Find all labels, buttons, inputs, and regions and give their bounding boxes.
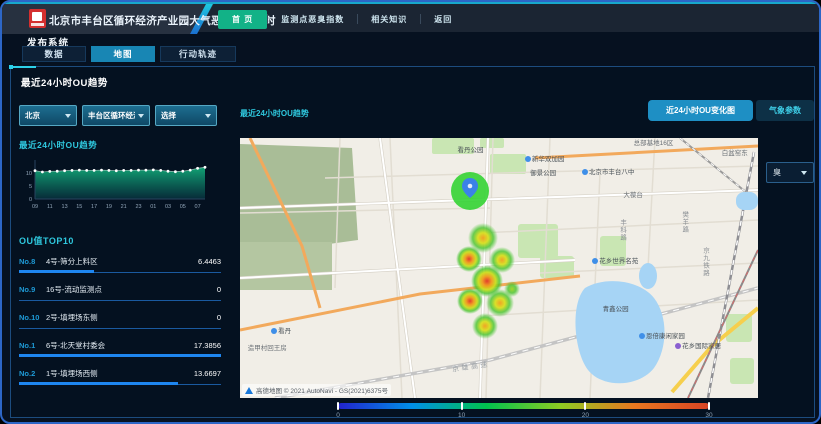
legend-ticks: 0 10 20 30 bbox=[338, 412, 709, 422]
poi-icon bbox=[639, 333, 645, 339]
map-layer-select-value: 臭 bbox=[773, 167, 781, 178]
park-select-value: 丰台区循环经济产 bbox=[88, 110, 135, 121]
poi-icon bbox=[582, 169, 588, 175]
app-logo-icon bbox=[29, 9, 46, 28]
top10-title: OU值TOP10 bbox=[19, 234, 221, 247]
nav-item-4[interactable]: 返回 bbox=[421, 10, 465, 29]
map-label: 看丹 bbox=[271, 328, 291, 336]
map-section-label: 最近24小时OU趋势 bbox=[240, 108, 309, 119]
top10-row: No.16号-北天堂村委会17.3856 bbox=[19, 340, 221, 359]
tab-3[interactable]: 行动轨迹 bbox=[160, 46, 236, 62]
svg-text:09: 09 bbox=[32, 204, 38, 210]
poi-icon bbox=[675, 343, 681, 349]
map-label: 青鑫公园 bbox=[603, 307, 629, 314]
svg-text:19: 19 bbox=[106, 204, 112, 210]
panel-title: 最近24小时OU趋势 bbox=[21, 75, 108, 89]
nav-item-1[interactable]: 首 页 bbox=[218, 10, 267, 29]
legend-tick-label: 10 bbox=[458, 412, 465, 419]
map-attribution-text: 高德地图 © 2021 AutoNavi - GS(2021)6375号 bbox=[256, 385, 388, 395]
map-graphics bbox=[240, 138, 758, 398]
nav-item-2[interactable]: 监测点恶臭指数 bbox=[268, 10, 357, 29]
main-nav: 首 页监测点恶臭指数相关知识返回 bbox=[218, 4, 815, 34]
svg-text:07: 07 bbox=[195, 204, 201, 210]
svg-text:10: 10 bbox=[26, 171, 32, 177]
svg-text:05: 05 bbox=[180, 204, 186, 210]
poi-icon bbox=[271, 328, 277, 334]
weather-params-button[interactable]: 气象参数 bbox=[756, 100, 814, 121]
svg-text:15: 15 bbox=[76, 204, 82, 210]
legend-tick-mark bbox=[337, 402, 339, 410]
svg-text:0: 0 bbox=[29, 197, 32, 203]
amap-logo-icon bbox=[245, 387, 253, 394]
map-label: 北京市丰台八中 bbox=[582, 169, 635, 177]
map-label: 京九铁路 bbox=[701, 247, 708, 277]
svg-text:01: 01 bbox=[150, 204, 156, 210]
svg-text:21: 21 bbox=[121, 204, 127, 210]
chevron-down-icon bbox=[205, 114, 211, 118]
map-canvas[interactable]: 看丹公园 总部基地16区新华双加园御景公园 北京市丰台八中大葆台丰科路 樊羊路京九铁路… bbox=[240, 138, 758, 398]
tab-1[interactable]: 数据 bbox=[22, 46, 86, 62]
map-label: 新华双加园 bbox=[525, 156, 565, 164]
svg-text:23: 23 bbox=[135, 204, 141, 210]
legend-tick-mark bbox=[461, 402, 463, 410]
poi-icon bbox=[592, 258, 598, 264]
top10-row: No.102号-填埋场东侧0 bbox=[19, 312, 221, 331]
map-attribution: 高德地图 © 2021 AutoNavi - GS(2021)6375号 bbox=[242, 384, 391, 396]
map-label: 丰科路 bbox=[618, 219, 625, 242]
city-select-value: 北京 bbox=[25, 110, 40, 121]
map-label: 樊羊路 bbox=[680, 211, 687, 234]
top10-row: No.84号-筛分上料区6.4463 bbox=[19, 256, 221, 275]
nav-item-3[interactable]: 相关知识 bbox=[358, 10, 420, 29]
app-window: 北京市丰台区循环经济产业园大气恶臭状况实时 首 页监测点恶臭指数相关知识返回 发… bbox=[0, 0, 821, 424]
park-select[interactable]: 丰台区循环经济产 bbox=[82, 105, 150, 126]
svg-text:03: 03 bbox=[165, 204, 171, 210]
trend-chart: 0510091113151719212301030507 bbox=[19, 155, 221, 220]
map-layer-select[interactable]: 臭 bbox=[766, 162, 814, 183]
top10-row: No.21号-填埋场西侧13.6697 bbox=[19, 368, 221, 387]
poi-icon bbox=[525, 156, 531, 162]
trend-chart-label: 最近24小时OU趋势 bbox=[19, 139, 221, 151]
svg-text:5: 5 bbox=[29, 184, 32, 190]
legend-tick-mark bbox=[584, 402, 586, 410]
map-label: 恩倍康闲家园 bbox=[639, 333, 685, 341]
svg-text:13: 13 bbox=[62, 204, 68, 210]
legend-tick-mark bbox=[708, 402, 710, 410]
header: 北京市丰台区循环经济产业园大气恶臭状况实时 首 页监测点恶臭指数相关知识返回 bbox=[2, 2, 819, 32]
legend-tick-label: 0 bbox=[336, 412, 340, 419]
map-label: 御景公园 bbox=[530, 171, 556, 178]
site-select[interactable]: 选择 bbox=[155, 105, 217, 126]
tab-2[interactable]: 地图 bbox=[91, 46, 155, 62]
map-label: 大葆台 bbox=[623, 193, 643, 200]
chevron-down-icon bbox=[801, 171, 807, 175]
publish-tabs: 数据地图行动轨迹 bbox=[22, 46, 236, 62]
svg-text:11: 11 bbox=[47, 204, 53, 210]
map-label: 看丹公园 bbox=[458, 148, 484, 155]
svg-text:17: 17 bbox=[91, 204, 97, 210]
ou-change-map-button[interactable]: 近24小时OU变化图 bbox=[648, 100, 753, 121]
map-label: 总部基地16区 bbox=[634, 141, 674, 148]
map-label: 造甲村回王房 bbox=[248, 346, 287, 353]
top10-list: No.84号-筛分上料区6.4463 No.916号-流动监测点0 No.102号-… bbox=[19, 256, 221, 387]
site-select-value: 选择 bbox=[161, 110, 176, 121]
chevron-down-icon bbox=[138, 114, 144, 118]
legend-tick-label: 30 bbox=[705, 412, 712, 419]
chevron-down-icon bbox=[65, 114, 71, 118]
left-column: 北京 丰台区循环经济产 选择 最近24小时OU趋势 05100911131517… bbox=[19, 101, 221, 387]
main-panel: 最近24小时OU趋势 北京 丰台区循环经济产 选择 最近24小时OU趋势 051… bbox=[10, 66, 815, 418]
top10-row: No.916号-流动监测点0 bbox=[19, 284, 221, 303]
map-label: 花乡世界名苑 bbox=[592, 258, 638, 266]
legend-tick-label: 20 bbox=[582, 412, 589, 419]
filters-row: 北京 丰台区循环经济产 选择 bbox=[19, 105, 221, 126]
map-label: 白盆窑东 bbox=[722, 151, 748, 158]
legend-bar bbox=[338, 403, 709, 409]
city-select[interactable]: 北京 bbox=[19, 105, 77, 126]
map-label: 花乡国际家居 bbox=[675, 343, 721, 351]
